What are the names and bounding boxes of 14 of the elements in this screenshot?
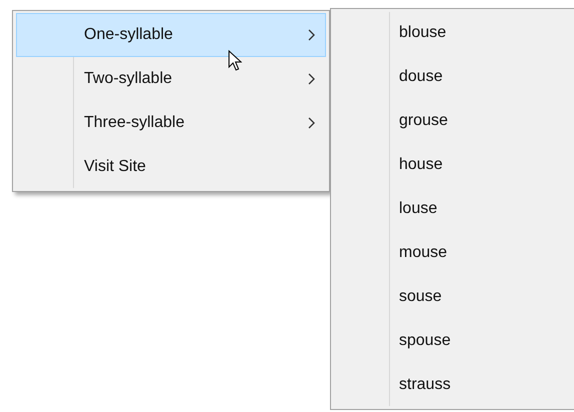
menu-item[interactable]: mouse: [334, 231, 574, 275]
menu-item[interactable]: blouse: [334, 11, 574, 55]
menu-item[interactable]: One-syllable: [16, 13, 326, 57]
menu-item[interactable]: grouse: [334, 99, 574, 143]
menu-item[interactable]: Visit Site: [16, 145, 326, 189]
menu-item[interactable]: Two-syllable: [16, 57, 326, 101]
menu-item[interactable]: douse: [334, 55, 574, 99]
menu-item[interactable]: spouse: [334, 319, 574, 363]
menu-item[interactable]: souse: [334, 275, 574, 319]
menu-item[interactable]: louse: [334, 187, 574, 231]
mouse-cursor-icon: [228, 50, 242, 72]
menu-item[interactable]: strauss: [334, 363, 574, 407]
menu-item[interactable]: house: [334, 143, 574, 187]
menu-item[interactable]: Three-syllable: [16, 101, 326, 145]
